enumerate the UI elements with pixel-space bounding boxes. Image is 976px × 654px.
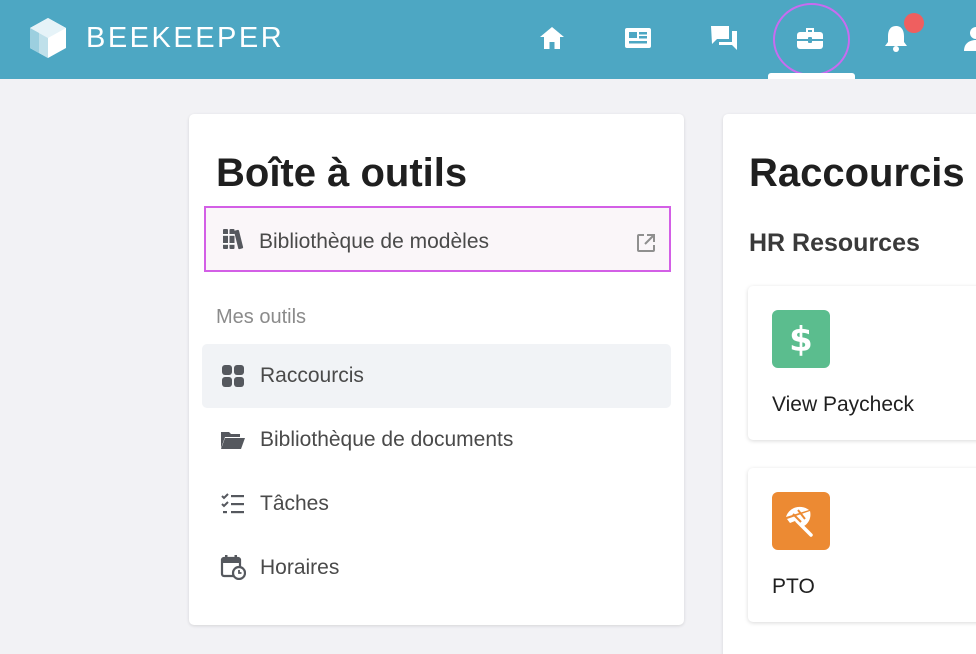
beekeeper-logo-icon[interactable] — [28, 16, 68, 60]
menu-item-shortcuts[interactable]: Raccourcis — [202, 344, 671, 408]
grid-icon — [219, 362, 247, 390]
shortcut-group-title: HR Resources — [749, 229, 920, 257]
notification-badge — [904, 13, 924, 33]
umbrella-icon — [772, 492, 830, 550]
shortcuts-panel: Raccourcis HR Resources $ View Paycheck … — [723, 114, 976, 654]
menu-item-label: Tâches — [260, 492, 329, 515]
checklist-icon — [219, 490, 247, 518]
active-tab-indicator — [768, 73, 855, 79]
newsfeed-icon[interactable] — [622, 22, 654, 54]
books-icon — [220, 225, 248, 253]
external-link-icon — [637, 234, 655, 252]
menu-item-document-library[interactable]: Bibliothèque de documents — [202, 408, 671, 472]
top-bar: BEEKEEPER — [0, 0, 976, 79]
folder-icon — [219, 426, 247, 454]
home-icon[interactable] — [536, 22, 568, 54]
shortcuts-title: Raccourcis — [749, 151, 965, 195]
shortcut-card-view-paycheck[interactable]: $ View Paycheck — [748, 286, 976, 440]
toolbox-highlight-ring — [773, 3, 850, 76]
dollar-icon: $ — [772, 310, 830, 368]
shortcut-card-pto[interactable]: PTO — [748, 468, 976, 622]
menu-item-tasks[interactable]: Tâches — [202, 472, 671, 536]
menu-item-label: Horaires — [260, 556, 340, 579]
template-library-label: Bibliothèque de modèles — [259, 230, 489, 253]
chat-icon[interactable] — [708, 22, 740, 54]
menu-item-label: Bibliothèque de documents — [260, 428, 514, 451]
template-library-link[interactable]: Bibliothèque de modèles — [204, 206, 671, 272]
toolbox-panel: Boîte à outils Bibliothèque de modèles M… — [189, 114, 684, 625]
toolbox-title: Boîte à outils — [216, 151, 468, 195]
menu-item-label: Raccourcis — [260, 364, 364, 387]
shortcut-label: View Paycheck — [772, 393, 915, 416]
brand-name[interactable]: BEEKEEPER — [86, 22, 284, 54]
shortcut-label: PTO — [772, 575, 815, 598]
svg-text:$: $ — [789, 320, 813, 359]
menu-item-schedules[interactable]: Horaires — [202, 536, 671, 600]
my-tools-section-label: Mes outils — [216, 306, 307, 328]
calendar-clock-icon — [219, 553, 247, 581]
user-icon[interactable] — [960, 22, 976, 54]
